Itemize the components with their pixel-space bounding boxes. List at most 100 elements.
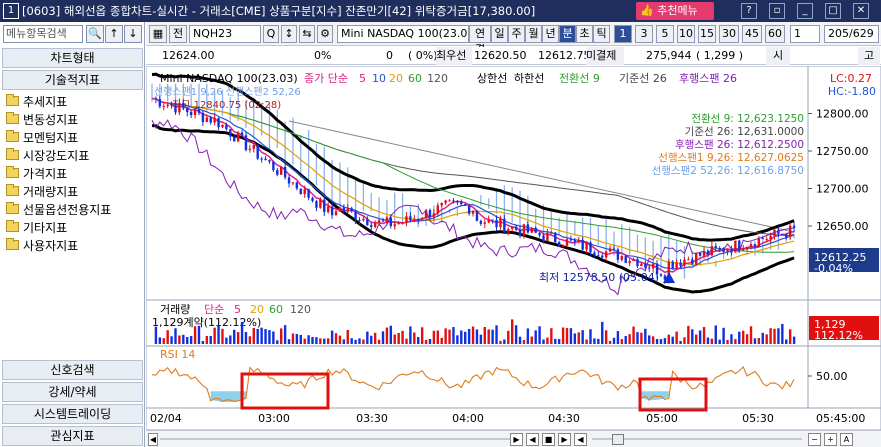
scroll-right-icon[interactable]: ▶ — [510, 433, 523, 446]
candle-body — [236, 132, 240, 142]
base-line-label: 기준선 26 — [619, 72, 667, 85]
copy-icon[interactable]: ⇆ — [299, 25, 315, 43]
period-tab[interactable]: 연결 — [469, 25, 491, 56]
volume-bar — [240, 321, 244, 344]
up-arrow-icon[interactable]: ↑ — [105, 25, 123, 43]
rewind-icon[interactable]: ◀ — [574, 433, 587, 446]
volume-bar — [170, 336, 173, 344]
candle-body — [377, 220, 381, 224]
volume-bar — [464, 331, 467, 344]
period-tab[interactable]: 년 — [542, 25, 559, 43]
candle-body — [781, 233, 784, 235]
zoom-handle[interactable] — [612, 434, 624, 445]
interval-button[interactable]: 10 — [677, 25, 695, 43]
interval-button[interactable]: 30 — [719, 25, 739, 43]
volume-bar — [209, 335, 212, 344]
zoom-in-icon[interactable]: + — [824, 433, 837, 446]
volume-bar — [256, 328, 259, 344]
signal-search-header[interactable]: 신호검색 — [2, 360, 143, 380]
mode-button[interactable]: 전 — [169, 25, 187, 43]
volume-bar — [178, 335, 181, 344]
tree-item[interactable]: 변동성지표 — [6, 110, 78, 128]
strength-header[interactable]: 강세/약세 — [2, 382, 143, 402]
period-tab[interactable]: 주 — [508, 25, 525, 43]
close-button[interactable]: ✕ — [853, 3, 869, 19]
volume-bar — [330, 330, 334, 344]
candle-body — [593, 252, 596, 256]
chart-type-header[interactable]: 차트형태 — [2, 48, 143, 68]
period-tab[interactable]: 일 — [491, 25, 508, 43]
ichimoku-legend-value: 선행스팬2 52,26: 12,616.8750 — [652, 165, 804, 177]
menu-search-input[interactable]: 메뉴항목검색 — [3, 25, 83, 43]
play-icon[interactable]: ▶ — [558, 433, 571, 446]
interval-button[interactable]: 45 — [742, 25, 762, 43]
scroll-left-icon[interactable]: ◀ — [148, 433, 158, 446]
chart-area[interactable]: 12800.00 12750.00 12700.00 12650.00 Mini NAS… — [146, 66, 881, 430]
tree-item[interactable]: 기타지표 — [6, 218, 67, 236]
tree-item[interactable]: 추세지표 — [6, 92, 67, 110]
recommend-menu-button[interactable]: 👍 추천메뉴 — [636, 2, 714, 20]
tree-item[interactable]: 시장강도지표 — [6, 146, 89, 164]
tree-item[interactable]: 사용자지표 — [6, 236, 78, 254]
tree-item[interactable]: 선물옵션전용지표 — [6, 200, 111, 218]
chart-canvas[interactable]: 12800.00 12750.00 12700.00 12650.00 Mini NAS… — [146, 66, 881, 430]
auto-scale-icon[interactable]: A — [840, 433, 853, 446]
candle-body — [330, 206, 334, 216]
volume-bar — [577, 332, 580, 344]
period-tab[interactable]: 초 — [576, 25, 593, 43]
lead-span-label: 선행스팬1 9,26 선행스팬2 52,26 — [154, 86, 301, 98]
volume-bar — [573, 333, 577, 344]
interval-button[interactable]: 15 — [698, 25, 716, 43]
zoom-out-icon[interactable]: − — [808, 433, 821, 446]
tree-item[interactable]: 가격지표 — [6, 164, 67, 182]
period-tab[interactable]: 틱 — [593, 25, 610, 43]
grid-icon[interactable]: ▦ — [149, 25, 167, 43]
system-trading-header[interactable]: 시스템트레이딩 — [2, 404, 143, 424]
volume-bar — [495, 325, 498, 344]
period-tab[interactable]: 월 — [525, 25, 542, 43]
technical-indicator-header[interactable]: 기술적지표 — [2, 70, 143, 90]
candle-body — [381, 220, 385, 222]
volume-bar — [691, 329, 694, 344]
volume-bar — [554, 338, 557, 344]
period-tab[interactable]: 분 — [559, 25, 576, 43]
symbol-search-icon[interactable]: Q — [263, 25, 279, 43]
tree-item[interactable]: 모멘텀지표 — [6, 128, 78, 146]
down-arrow-icon[interactable]: ↓ — [124, 25, 142, 43]
open-interest-change: ( 1,299 ) — [696, 49, 744, 62]
candle-body — [444, 200, 447, 203]
help-button[interactable]: ? — [741, 3, 757, 19]
candle-body — [201, 112, 205, 122]
price-chart-name: Mini NASDAQ 100(23.03) — [160, 72, 298, 85]
volume-bar — [667, 334, 670, 344]
symbol-input[interactable]: NQH23 — [189, 25, 261, 43]
interval-button[interactable]: 1 — [614, 25, 632, 43]
minimize-button[interactable]: _ — [797, 3, 813, 19]
restore-button[interactable]: ▫ — [769, 3, 785, 19]
volume-bar — [397, 332, 400, 344]
candle-body — [295, 182, 299, 189]
pause-icon[interactable]: ■ — [542, 433, 555, 446]
search-icon[interactable]: 🔍 — [86, 25, 104, 43]
interval-button[interactable]: 5 — [656, 25, 674, 43]
favorite-indicator-header[interactable]: 관심지표 — [2, 426, 143, 446]
tree-item[interactable]: 거래량지표 — [6, 182, 78, 200]
candle-body — [420, 218, 424, 220]
interval-button[interactable]: 60 — [765, 25, 785, 43]
fast-back-icon[interactable]: ◀ — [526, 433, 539, 446]
volume-bar — [499, 340, 502, 344]
ichimoku-legend-value: 기준선 26: 12,631.0000 — [685, 126, 804, 138]
volume-ma-label: 단순 — [204, 303, 224, 316]
interval-button[interactable]: 3 — [635, 25, 653, 43]
settings-icon[interactable]: ⚙ — [317, 25, 333, 43]
volume-bar — [726, 339, 729, 344]
maximize-button[interactable]: □ — [825, 3, 841, 19]
volume-bar — [197, 325, 201, 344]
candle-body — [792, 225, 796, 228]
interval-count-select[interactable]: 1 — [790, 25, 820, 43]
candle-body — [734, 240, 737, 253]
link-icon[interactable]: ↕ — [281, 25, 297, 43]
scroll-track[interactable] — [160, 438, 510, 440]
folder-icon — [6, 148, 19, 160]
volume-bar — [628, 334, 631, 344]
